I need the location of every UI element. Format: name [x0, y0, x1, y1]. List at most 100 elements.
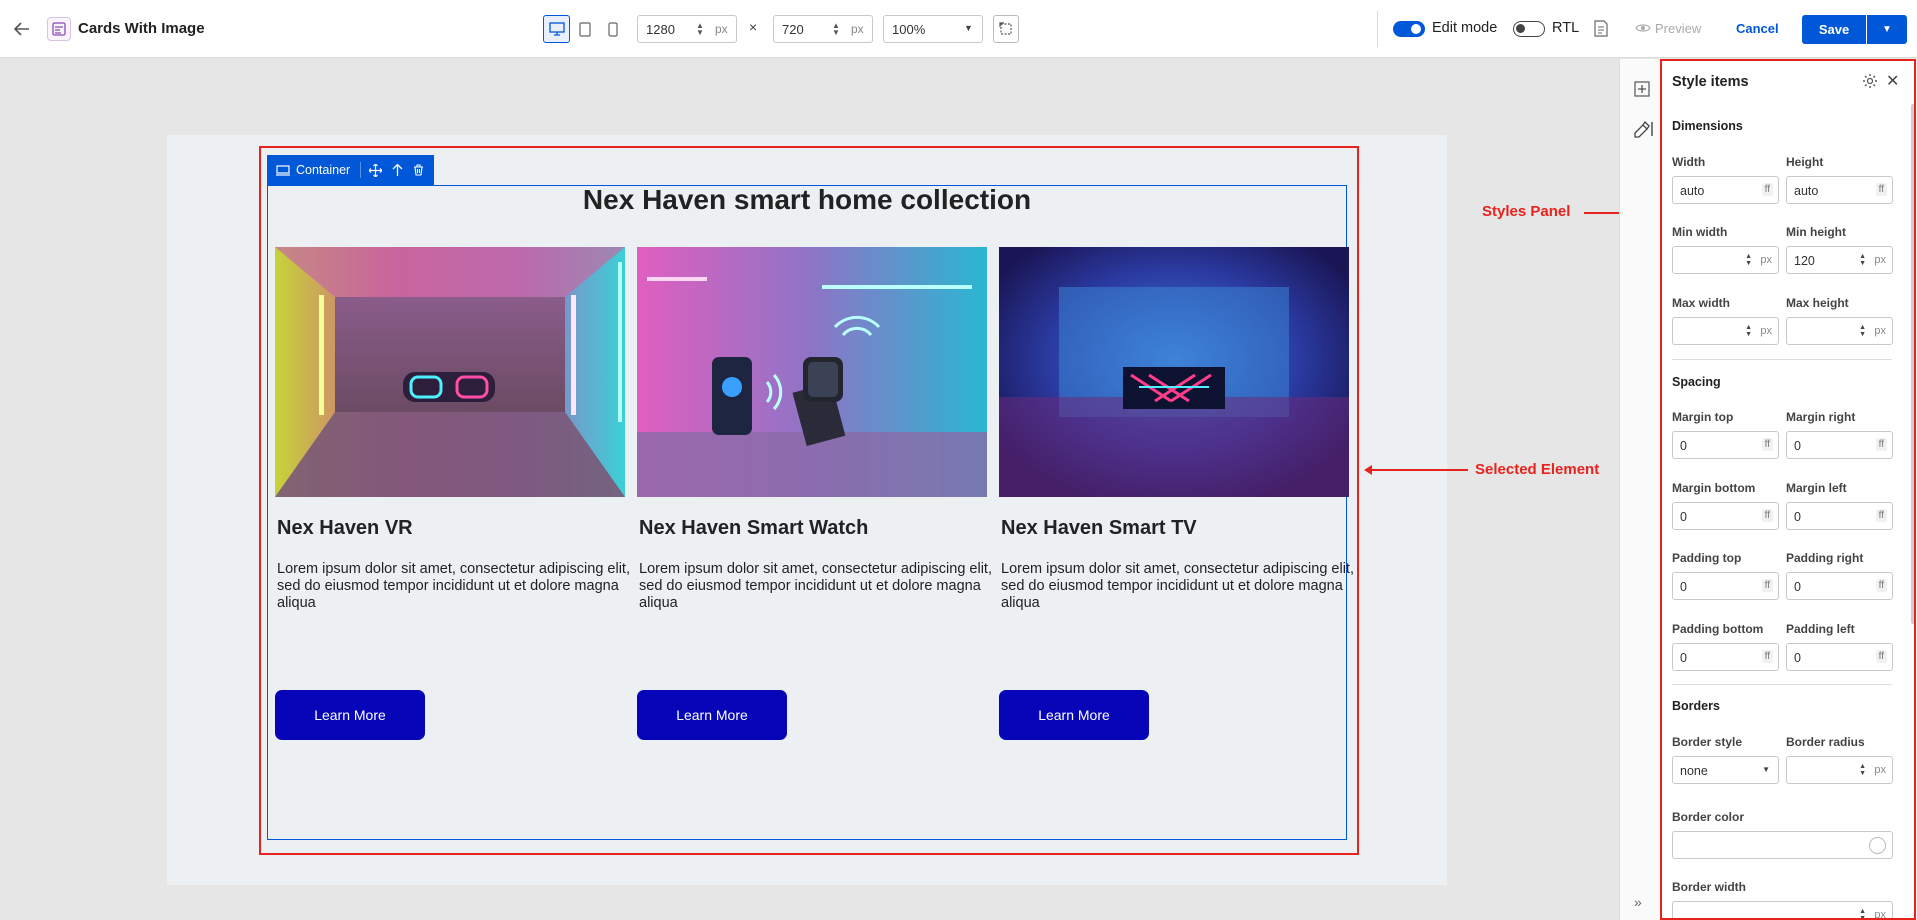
mobile-view-icon[interactable]	[599, 15, 626, 43]
min-width-label: Min width	[1672, 225, 1728, 239]
close-icon[interactable]: ✕	[1886, 71, 1899, 91]
canvas-width-input[interactable]: 1280 ▲ ▼ px	[637, 15, 737, 43]
margin-left-input[interactable]: 0 ff	[1786, 502, 1893, 530]
expand-double-chevron-icon[interactable]: »	[1634, 894, 1642, 910]
stepper-icon[interactable]: ▲ ▼	[1745, 324, 1752, 338]
unit-toggle[interactable]: ff	[1875, 438, 1887, 451]
zoom-select[interactable]: 100% ▼	[883, 15, 983, 43]
color-swatch-icon[interactable]	[1869, 837, 1886, 854]
border-radius-input[interactable]: ▲ ▼ px	[1786, 756, 1893, 784]
height-unit: px	[851, 22, 864, 36]
cancel-button[interactable]: Cancel	[1736, 21, 1779, 36]
min-width-unit: px	[1760, 254, 1772, 266]
card-title-smart-watch[interactable]: Nex Haven Smart Watch	[639, 517, 868, 540]
height-label: Height	[1786, 155, 1824, 169]
margin-left-label: Margin left	[1786, 481, 1847, 495]
height-unit-toggle[interactable]: ff	[1875, 183, 1887, 196]
max-width-input[interactable]: ▲ ▼ px	[1672, 317, 1779, 345]
border-width-input[interactable]: ▲ ▼ px	[1672, 901, 1893, 920]
edit-mode-label: Edit mode	[1432, 20, 1498, 36]
add-element-icon[interactable]	[1632, 79, 1652, 99]
height-input[interactable]: auto ff	[1786, 176, 1893, 204]
unit-toggle[interactable]: ff	[1875, 650, 1887, 663]
padding-left-value: 0	[1794, 651, 1801, 665]
learn-more-button-smart-watch[interactable]: Learn More	[637, 690, 787, 740]
border-width-label: Border width	[1672, 880, 1746, 894]
back-arrow-icon[interactable]	[10, 17, 34, 41]
unit-toggle[interactable]: ff	[1875, 509, 1887, 522]
page-title: Cards With Image	[78, 20, 205, 37]
desktop-view-icon[interactable]	[543, 15, 570, 43]
document-icon[interactable]	[1592, 17, 1610, 39]
max-height-unit: px	[1874, 325, 1886, 337]
unit-toggle[interactable]: ff	[1875, 579, 1887, 592]
min-width-input[interactable]: ▲ ▼ px	[1672, 246, 1779, 274]
arrow-up-icon[interactable]	[392, 164, 403, 176]
tablet-view-icon[interactable]	[571, 15, 598, 43]
max-height-input[interactable]: ▲ ▼ px	[1786, 317, 1893, 345]
border-style-label: Border style	[1672, 735, 1743, 749]
canvas-height-input[interactable]: 720 ▲ ▼ px	[773, 15, 873, 43]
rtl-label: RTL	[1552, 20, 1580, 36]
divider	[1377, 11, 1378, 47]
save-button[interactable]: Save	[1802, 15, 1866, 44]
card-image-vr[interactable]	[275, 247, 625, 497]
preview-button[interactable]: Preview	[1655, 21, 1701, 36]
card-image-smart-tv[interactable]	[999, 247, 1349, 497]
stepper-icon[interactable]: ▲ ▼	[1859, 253, 1866, 267]
padding-right-input[interactable]: 0 ff	[1786, 572, 1893, 600]
divider	[1672, 359, 1892, 360]
margin-bottom-input[interactable]: 0 ff	[1672, 502, 1779, 530]
card-text-vr[interactable]: Lorem ipsum dolor sit amet, consectetur …	[277, 561, 632, 612]
trash-icon[interactable]	[413, 164, 424, 176]
border-style-select[interactable]: none ▼	[1672, 756, 1779, 784]
padding-left-input[interactable]: 0 ff	[1786, 643, 1893, 671]
save-options-chevron-icon[interactable]: ▼	[1867, 15, 1907, 44]
learn-more-button-vr[interactable]: Learn More	[275, 690, 425, 740]
card-title-smart-tv[interactable]: Nex Haven Smart TV	[1001, 517, 1197, 540]
width-stepper-icon[interactable]: ▲ ▼	[696, 22, 704, 37]
stepper-icon[interactable]: ▲ ▼	[1859, 324, 1866, 338]
move-icon[interactable]	[369, 163, 383, 177]
gear-icon[interactable]	[1861, 72, 1879, 90]
panel-title: Style items	[1672, 74, 1749, 90]
max-height-label: Max height	[1786, 296, 1849, 310]
border-color-input[interactable]	[1672, 831, 1893, 859]
width-input[interactable]: auto ff	[1672, 176, 1779, 204]
container-label: Container	[296, 163, 351, 177]
unit-toggle[interactable]: ff	[1761, 509, 1773, 522]
margin-bottom-value: 0	[1680, 510, 1687, 524]
margin-top-input[interactable]: 0 ff	[1672, 431, 1779, 459]
stepper-icon[interactable]: ▲ ▼	[1859, 908, 1866, 920]
unit-toggle[interactable]: ff	[1761, 650, 1773, 663]
section-heading[interactable]: Nex Haven smart home collection	[267, 184, 1347, 216]
min-height-input[interactable]: 120 ▲ ▼ px	[1786, 246, 1893, 274]
edit-mode-toggle[interactable]	[1393, 21, 1425, 37]
learn-more-button-smart-tv[interactable]: Learn More	[999, 690, 1149, 740]
card-text-smart-tv[interactable]: Lorem ipsum dolor sit amet, consectetur …	[1001, 561, 1356, 612]
padding-top-value: 0	[1680, 580, 1687, 594]
panel-scrollbar[interactable]	[1911, 104, 1915, 624]
padding-bottom-input[interactable]: 0 ff	[1672, 643, 1779, 671]
rtl-toggle[interactable]	[1513, 21, 1545, 37]
style-brush-icon[interactable]	[1632, 119, 1654, 139]
stepper-icon[interactable]: ▲ ▼	[1745, 253, 1752, 267]
margin-right-label: Margin right	[1786, 410, 1856, 424]
height-stepper-icon[interactable]: ▲ ▼	[832, 22, 840, 37]
width-unit: px	[715, 22, 728, 36]
rotate-icon[interactable]	[993, 15, 1019, 43]
card-title-vr[interactable]: Nex Haven VR	[277, 517, 413, 540]
width-unit-toggle[interactable]: ff	[1761, 183, 1773, 196]
unit-toggle[interactable]: ff	[1761, 579, 1773, 592]
margin-right-value: 0	[1794, 439, 1801, 453]
card-text-smart-watch[interactable]: Lorem ipsum dolor sit amet, consectetur …	[639, 561, 994, 612]
card-image-smart-watch[interactable]	[637, 247, 987, 497]
annotation-styles-panel: Styles Panel	[1482, 203, 1571, 220]
padding-top-input[interactable]: 0 ff	[1672, 572, 1779, 600]
margin-right-input[interactable]: 0 ff	[1786, 431, 1893, 459]
annotation-selected-element: Selected Element	[1475, 461, 1600, 478]
padding-right-value: 0	[1794, 580, 1801, 594]
padding-right-label: Padding right	[1786, 551, 1864, 565]
unit-toggle[interactable]: ff	[1761, 438, 1773, 451]
stepper-icon[interactable]: ▲ ▼	[1859, 763, 1866, 777]
